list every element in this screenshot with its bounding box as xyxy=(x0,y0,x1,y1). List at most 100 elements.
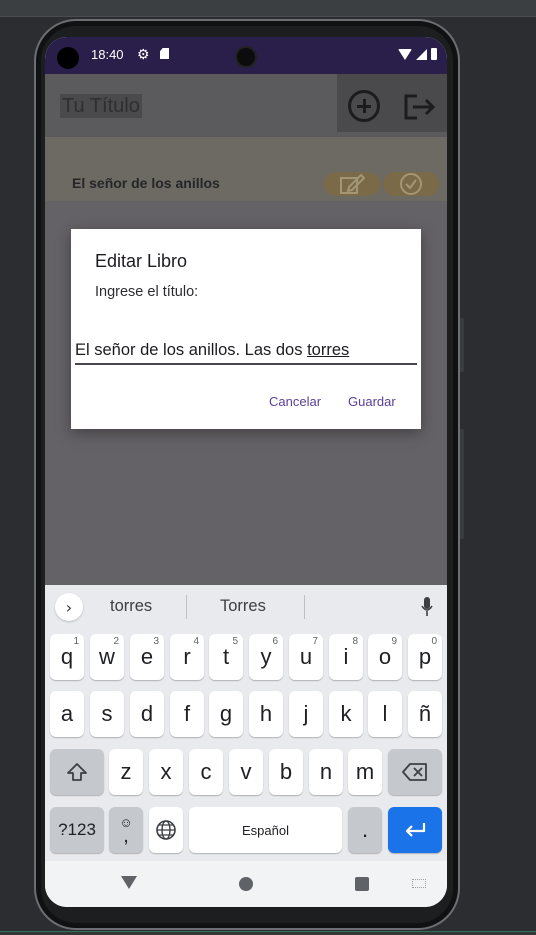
shift-icon xyxy=(67,763,87,781)
key-v[interactable]: v xyxy=(229,749,263,795)
system-nav-bar xyxy=(45,861,447,907)
key-c[interactable]: c xyxy=(189,749,223,795)
edit-icon xyxy=(340,173,365,194)
shift-key[interactable] xyxy=(50,749,104,795)
title-input-value: El señor de los anillos. Las dos torres xyxy=(75,341,349,360)
key-r[interactable]: r4 xyxy=(170,634,204,680)
key-j[interactable]: j xyxy=(289,691,323,737)
key-z[interactable]: z xyxy=(109,749,143,795)
key-x[interactable]: x xyxy=(149,749,183,795)
key-a[interactable]: a xyxy=(50,691,84,737)
key-label: p xyxy=(418,644,432,669)
key-w[interactable]: w2 xyxy=(90,634,124,680)
space-key[interactable]: Español xyxy=(189,807,342,853)
dialog-message: Ingrese el título: xyxy=(95,284,199,300)
key-hint: 4 xyxy=(193,636,199,647)
app-bar: Tu Título xyxy=(45,74,447,137)
key-enye[interactable]: ñ xyxy=(408,691,442,737)
key-hint: 6 xyxy=(272,636,278,647)
status-bar: 18:40 ⚙ xyxy=(45,37,447,74)
edit-button[interactable] xyxy=(324,172,380,196)
suggestion-divider xyxy=(186,595,187,619)
key-hint: 9 xyxy=(391,636,397,647)
save-button[interactable]: Guardar xyxy=(348,394,396,409)
enter-key[interactable] xyxy=(388,807,442,853)
add-circle-icon[interactable] xyxy=(348,90,380,122)
wifi-icon xyxy=(398,48,412,60)
host-statusline xyxy=(0,931,536,935)
key-m[interactable]: m xyxy=(348,749,382,795)
key-label: o xyxy=(378,644,392,669)
front-camera xyxy=(235,46,257,68)
soft-keyboard: › torres Torres q1 w2 e3 r4 t5 y6 u7 i8 … xyxy=(45,585,447,861)
key-n[interactable]: n xyxy=(309,749,343,795)
key-t[interactable]: t5 xyxy=(209,634,243,680)
dialog-title: Editar Libro xyxy=(95,251,188,271)
key-l[interactable]: l xyxy=(368,691,402,737)
sd-card-icon xyxy=(160,48,169,59)
key-k[interactable]: k xyxy=(329,691,363,737)
key-g[interactable]: g xyxy=(209,691,243,737)
key-q[interactable]: q1 xyxy=(50,634,84,680)
settings-icon: ⚙ xyxy=(137,46,150,62)
mic-icon[interactable] xyxy=(421,596,433,618)
book-title: El señor de los anillos xyxy=(72,175,220,191)
edit-book-dialog: Editar Libro Ingrese el título: El señor… xyxy=(71,229,421,429)
battery-icon xyxy=(431,48,437,60)
camera-cutout xyxy=(57,47,79,69)
nav-home-icon[interactable] xyxy=(239,877,253,891)
key-hint: 1 xyxy=(73,636,79,647)
key-hint: 5 xyxy=(232,636,238,647)
status-time: 18:40 xyxy=(91,47,124,62)
key-d[interactable]: d xyxy=(130,691,164,737)
check-circle-icon xyxy=(400,173,422,195)
key-e[interactable]: e3 xyxy=(130,634,164,680)
key-hint: 2 xyxy=(113,636,119,647)
key-hint: 0 xyxy=(431,636,437,647)
key-p[interactable]: p0 xyxy=(408,634,442,680)
key-o[interactable]: o9 xyxy=(368,634,402,680)
key-hint: 3 xyxy=(153,636,159,647)
cancel-button[interactable]: Cancelar xyxy=(269,394,321,409)
key-label: e xyxy=(140,644,154,669)
key-i[interactable]: i8 xyxy=(329,634,363,680)
globe-icon xyxy=(156,820,176,840)
key-u[interactable]: u7 xyxy=(289,634,323,680)
comma-label: , xyxy=(123,825,129,847)
key-h[interactable]: h xyxy=(249,691,283,737)
suggestion-strip: › torres Torres xyxy=(45,585,447,629)
host-toolbar xyxy=(0,0,536,17)
enter-icon xyxy=(405,823,426,837)
complete-button[interactable] xyxy=(383,172,439,196)
period-key[interactable]: . xyxy=(348,807,382,853)
key-y[interactable]: y6 xyxy=(249,634,283,680)
key-label: r xyxy=(183,644,191,669)
title-input-text: El señor de los anillos. Las dos xyxy=(75,341,308,359)
key-label: i xyxy=(343,644,349,669)
nav-back-icon[interactable] xyxy=(121,876,137,889)
chevron-right-icon[interactable]: › xyxy=(55,593,83,621)
app-title: Tu Título xyxy=(60,94,142,118)
keyboard-switch-icon[interactable] xyxy=(412,879,426,888)
key-s[interactable]: s xyxy=(90,691,124,737)
key-label: y xyxy=(260,644,272,669)
backspace-icon xyxy=(402,763,427,781)
suggestion-1[interactable]: torres xyxy=(110,597,152,616)
key-label: u xyxy=(299,644,313,669)
device-screen: 18:40 ⚙ Tu Título El señor de los anillo… xyxy=(45,37,447,907)
signal-icon xyxy=(416,48,427,60)
symbols-key[interactable]: ?123 xyxy=(50,807,104,853)
key-label: q xyxy=(60,644,74,669)
backspace-key[interactable] xyxy=(388,749,442,795)
key-label: t xyxy=(222,644,230,669)
key-f[interactable]: f xyxy=(170,691,204,737)
suggestion-2[interactable]: Torres xyxy=(220,597,266,616)
system-icons xyxy=(398,48,437,60)
nav-recents-icon[interactable] xyxy=(355,877,369,891)
key-b[interactable]: b xyxy=(269,749,303,795)
comma-key[interactable]: ☺ , xyxy=(109,807,143,853)
suggestion-divider xyxy=(304,595,305,619)
language-key[interactable] xyxy=(149,807,183,853)
composing-word: torres xyxy=(307,341,350,359)
logout-icon[interactable] xyxy=(403,94,437,120)
